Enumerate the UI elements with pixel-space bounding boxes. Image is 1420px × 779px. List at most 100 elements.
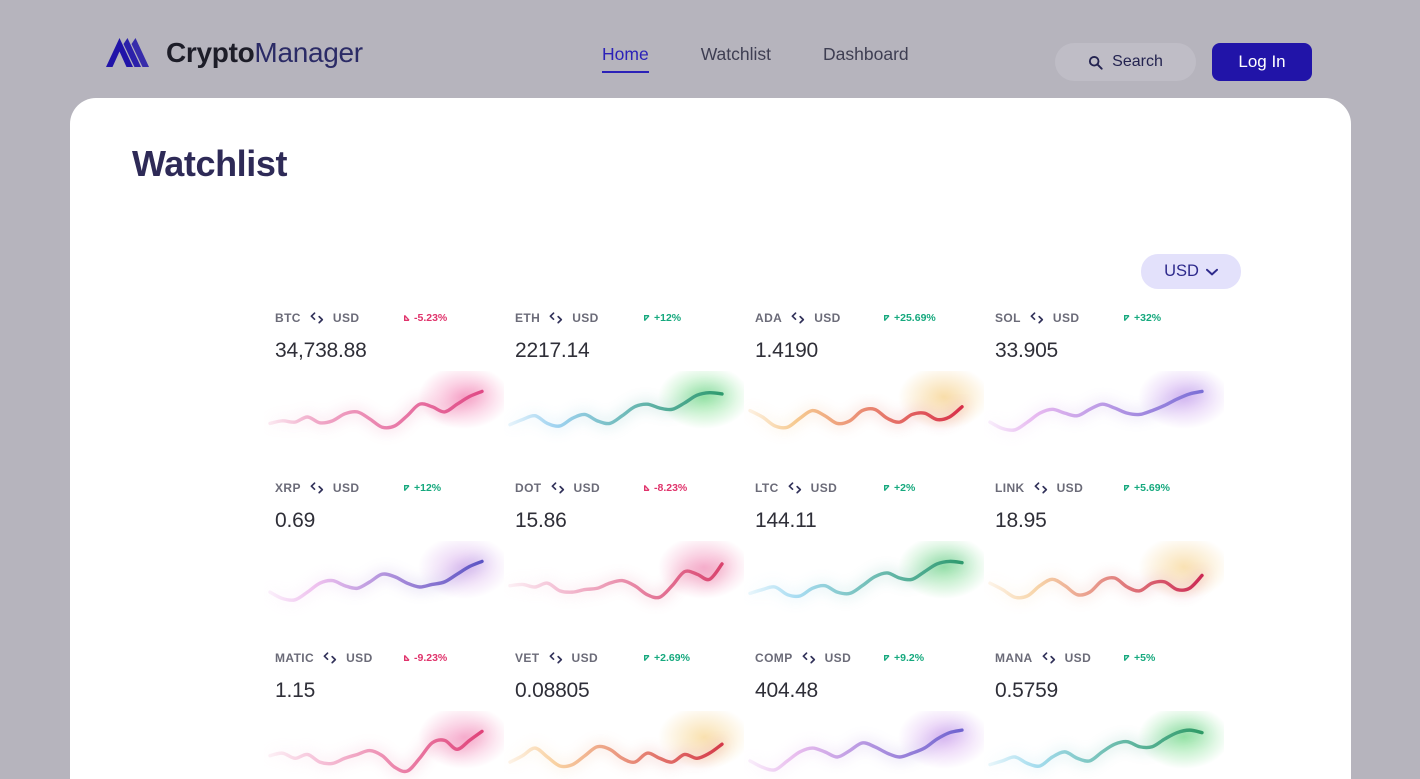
card-header: SOL USD +32% (995, 309, 1226, 327)
card-quote-currency: USD (571, 651, 599, 665)
card-symbol: LINK (995, 481, 1025, 495)
card-change-text: +2% (894, 482, 916, 494)
card-sparkline (266, 711, 504, 775)
card-quote-currency: USD (1056, 481, 1084, 495)
swap-icon[interactable] (310, 482, 324, 494)
login-button[interactable]: Log In (1212, 43, 1312, 81)
crypto-card-vet[interactable]: VET USD +2.69% 0.08805 (506, 649, 746, 779)
card-quote-currency: USD (572, 311, 599, 325)
nav-item-dashboard[interactable]: Dashboard (823, 44, 909, 71)
content-panel: Watchlist USD BTC USD -5.23% 34,738.88 E… (70, 98, 1351, 779)
card-price: 144.11 (755, 509, 817, 532)
card-header: BTC USD -5.23% (275, 309, 506, 327)
swap-icon[interactable] (788, 482, 802, 494)
card-price: 18.95 (995, 509, 1047, 532)
card-symbol: ETH (515, 311, 541, 325)
swap-icon[interactable] (1042, 652, 1056, 664)
crypto-card-ada[interactable]: ADA USD +25.69% 1.4190 (746, 309, 986, 479)
arrow-up-icon (1124, 315, 1130, 322)
swap-icon[interactable] (310, 312, 324, 324)
card-header: COMP USD +9.2% (755, 649, 986, 667)
card-sparkline (266, 541, 504, 604)
search-icon (1089, 55, 1103, 70)
card-sparkline (986, 371, 1224, 434)
swap-icon[interactable] (1034, 482, 1048, 494)
card-header: ETH USD +12% (515, 309, 746, 327)
card-change-text: -5.23% (414, 312, 448, 324)
crypto-card-ltc[interactable]: LTC USD +2% 144.11 (746, 479, 986, 649)
arrow-up-icon (1124, 655, 1130, 662)
card-quote-currency: USD (332, 481, 360, 495)
card-change-badge: +12% (643, 312, 681, 324)
card-symbol: MANA (995, 651, 1033, 665)
search-button[interactable]: Search (1055, 43, 1196, 81)
brand[interactable]: CryptoManager (106, 36, 363, 70)
card-change-badge: +2% (883, 482, 915, 494)
chevron-down-icon (1205, 268, 1218, 275)
swap-icon[interactable] (549, 312, 563, 324)
main-navigation: Home Watchlist Dashboard (602, 44, 909, 73)
watchlist-card-grid: BTC USD -5.23% 34,738.88 ETH USD +12% 22… (266, 309, 1296, 779)
crypto-card-xrp[interactable]: XRP USD +12% 0.69 (266, 479, 506, 649)
crypto-card-eth[interactable]: ETH USD +12% 2217.14 (506, 309, 746, 479)
card-price: 15.86 (515, 509, 567, 532)
swap-icon[interactable] (323, 652, 337, 664)
nav-item-home[interactable]: Home (602, 44, 649, 73)
crypto-card-comp[interactable]: COMP USD +9.2% 404.48 (746, 649, 986, 779)
currency-selector[interactable]: USD (1141, 254, 1241, 289)
card-price: 0.08805 (515, 679, 590, 702)
card-quote-currency: USD (1064, 651, 1092, 665)
crypto-card-mana[interactable]: MANA USD +5% 0.5759 (986, 649, 1226, 779)
card-header: MANA USD +5% (995, 649, 1226, 667)
card-symbol: LTC (755, 481, 779, 495)
card-header: LINK USD +5.69% (995, 479, 1226, 497)
arrow-down-icon (404, 314, 410, 321)
swap-icon[interactable] (791, 312, 805, 324)
crypto-card-link[interactable]: LINK USD +5.69% 18.95 (986, 479, 1226, 649)
brand-name-light: Manager (254, 37, 363, 68)
arrow-up-icon (644, 655, 650, 662)
swap-icon[interactable] (549, 652, 563, 664)
card-sparkline (746, 711, 984, 774)
card-symbol: BTC (275, 311, 301, 325)
crypto-card-btc[interactable]: BTC USD -5.23% 34,738.88 (266, 309, 506, 479)
arrow-up-icon (884, 485, 890, 492)
swap-icon[interactable] (551, 482, 565, 494)
card-price: 0.69 (275, 509, 316, 532)
page-title: Watchlist (132, 143, 288, 184)
card-change-badge: +25.69% (883, 312, 936, 324)
card-price: 1.15 (275, 679, 316, 702)
brand-name-bold: Crypto (166, 37, 255, 68)
swap-icon[interactable] (1030, 312, 1044, 324)
card-price: 2217.14 (515, 339, 590, 362)
card-change-text: -9.23% (414, 652, 448, 664)
card-change-text: +12% (414, 482, 442, 494)
nav-item-watchlist[interactable]: Watchlist (701, 44, 771, 71)
arrow-up-icon (644, 315, 650, 322)
top-header: CryptoManager Home Watchlist Dashboard S… (0, 0, 1420, 98)
card-price: 1.4190 (755, 339, 819, 362)
card-sparkline (746, 541, 984, 600)
crypto-card-matic[interactable]: MATIC USD -9.23% 1.15 (266, 649, 506, 779)
card-symbol: VET (515, 651, 540, 665)
card-sparkline (986, 711, 1224, 770)
card-change-badge: +12% (403, 482, 441, 494)
card-change-text: +9.2% (894, 652, 925, 664)
card-change-text: +25.69% (894, 312, 936, 324)
card-price: 34,738.88 (275, 339, 367, 362)
card-change-text: +5% (1134, 652, 1156, 664)
card-symbol: DOT (515, 481, 542, 495)
card-header: DOT USD -8.23% (515, 479, 746, 497)
card-symbol: COMP (755, 651, 793, 665)
card-change-badge: +5% (1123, 652, 1155, 664)
card-header: ADA USD +25.69% (755, 309, 986, 327)
card-change-text: +12% (654, 312, 682, 324)
card-change-badge: +5.69% (1123, 482, 1170, 494)
card-sparkline (506, 711, 744, 771)
card-change-text: +2.69% (654, 652, 690, 664)
crypto-card-sol[interactable]: SOL USD +32% 33.905 (986, 309, 1226, 479)
crypto-card-dot[interactable]: DOT USD -8.23% 15.86 (506, 479, 746, 649)
card-sparkline (506, 371, 744, 430)
swap-icon[interactable] (802, 652, 816, 664)
card-quote-currency: USD (573, 481, 601, 495)
